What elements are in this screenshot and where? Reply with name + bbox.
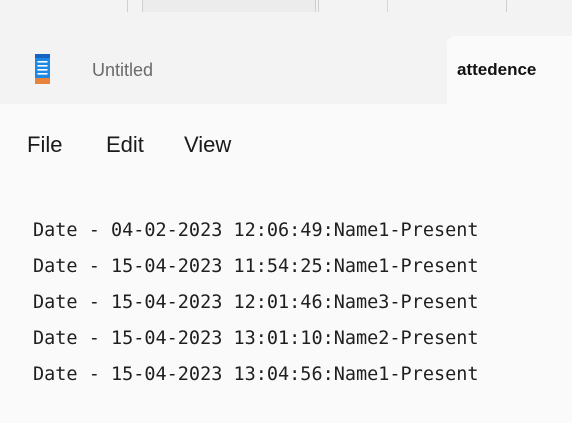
strip-divider — [127, 0, 128, 12]
editor-line: Date - 15-04-2023 13:01:10:Name2-Present — [33, 328, 479, 349]
strip-divider — [506, 0, 507, 12]
menu-edit[interactable]: Edit — [106, 132, 144, 158]
notepad-window: Untitled attedence File Edit View Date -… — [0, 0, 572, 423]
strip-segment — [142, 0, 316, 12]
tab-untitled[interactable]: Untitled — [0, 36, 448, 104]
tab-untitled-label: Untitled — [92, 60, 154, 80]
editor-line: Date - 15-04-2023 11:54:25:Name1-Present — [33, 256, 479, 277]
strip-segment — [318, 0, 388, 12]
notepad-icon — [35, 54, 50, 84]
tab-bar: Untitled attedence — [0, 12, 572, 104]
editor-line: Date - 15-04-2023 12:01:46:Name3-Present — [33, 292, 479, 313]
menu-view[interactable]: View — [184, 132, 231, 158]
tab-attedence[interactable]: attedence — [447, 36, 572, 104]
menu-file[interactable]: File — [27, 132, 62, 158]
taskbar-strip — [0, 0, 572, 12]
editor-line: Date - 04-02-2023 12:06:49:Name1-Present — [33, 220, 479, 241]
menu-bar: File Edit View — [0, 104, 572, 180]
editor-line: Date - 15-04-2023 13:04:56:Name1-Present — [33, 364, 479, 385]
text-editor[interactable]: Date - 04-02-2023 12:06:49:Name1-Present… — [0, 180, 572, 423]
tab-attedence-label: attedence — [457, 60, 537, 79]
